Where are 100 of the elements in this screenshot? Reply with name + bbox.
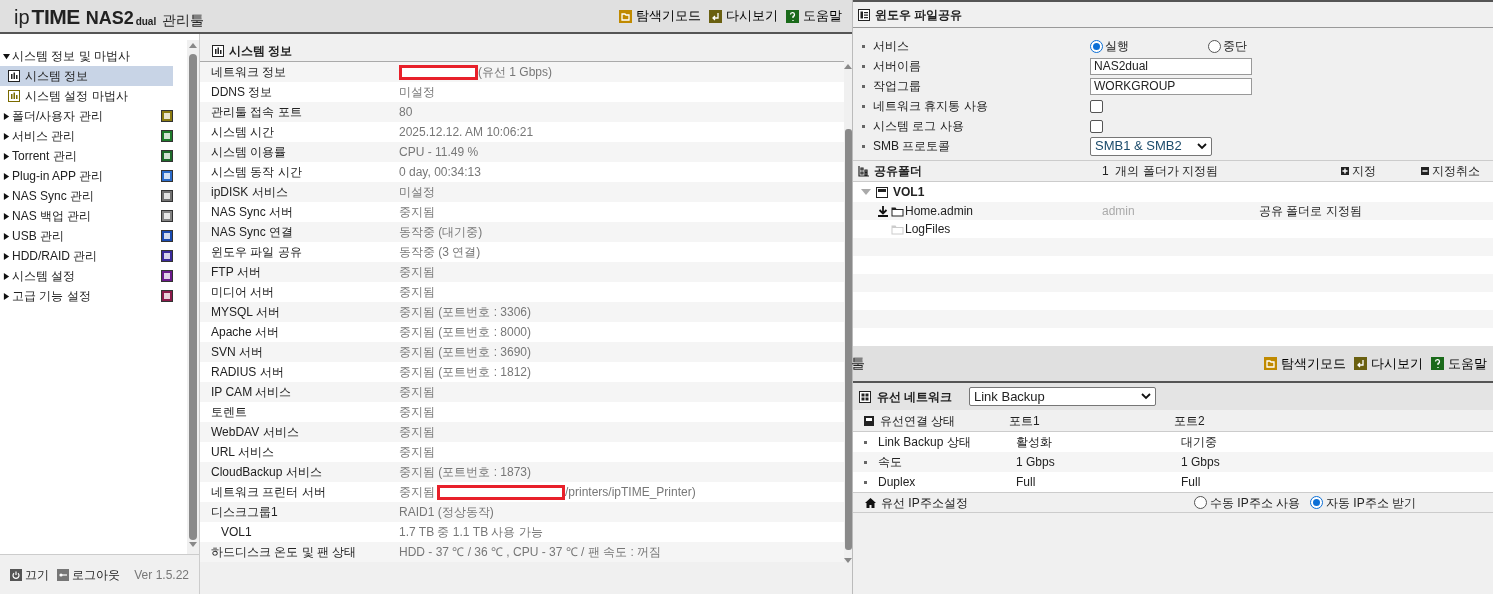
scroll-up-icon[interactable]: [189, 42, 197, 48]
volume-label[interactable]: VOL1: [893, 183, 925, 201]
folder-name[interactable]: LogFiles: [904, 220, 1102, 238]
dropdown[interactable]: SMB1 & SMB2: [1090, 136, 1212, 156]
checkbox[interactable]: [1090, 119, 1103, 133]
help-icon: [786, 9, 799, 23]
sidebar-label: Torrent 관리: [12, 148, 78, 165]
logout-link[interactable]: 로그아웃: [57, 565, 120, 584]
info-label: NAS Sync 서버: [210, 204, 295, 221]
expanded-arrow-icon[interactable]: [2, 52, 10, 60]
info-label: 토렌트: [210, 404, 248, 421]
sidebar-item[interactable]: 서비스 관리: [0, 126, 187, 146]
return-icon: [1354, 357, 1367, 370]
info-value: CPU - 11.49 %: [399, 144, 479, 161]
info-label: 시스템 이용률: [210, 144, 288, 161]
radio-button[interactable]: [1090, 39, 1103, 53]
return-icon: [709, 9, 722, 23]
toolbar-link[interactable]: 다시보기: [709, 6, 778, 26]
table-cell-text: Full: [1016, 474, 1037, 491]
scroll-down-icon[interactable]: [844, 558, 852, 564]
info-value: 중지됨 (포트번호 : 8000): [399, 324, 532, 341]
info-label: SVN 서버: [210, 344, 264, 361]
collapsed-arrow-icon[interactable]: [2, 132, 10, 140]
radio-button[interactable]: [1194, 496, 1207, 509]
logo-model: NAS2: [85, 8, 134, 27]
bullet-icon: [861, 44, 865, 48]
collapsed-arrow-icon[interactable]: [2, 212, 10, 220]
bar-chart-icon: [8, 90, 20, 102]
setting-label: 서버이름: [873, 58, 922, 75]
scroll-up-icon[interactable]: [844, 63, 852, 69]
logo-brand: TIME: [31, 5, 80, 27]
info-value: 1.7 TB 중 1.1 TB 사용 가능: [399, 524, 543, 541]
text-field[interactable]: WORKGROUP: [1090, 77, 1252, 95]
info-value: HDD - 37 ℃ / 36 ℃ , CPU - 37 ℃ / 팬 속도 : 꺼짐: [399, 544, 662, 561]
sidebar-item[interactable]: Plug-in APP 관리: [0, 166, 187, 186]
sidebar-item[interactable]: 시스템 정보 및 마법사: [0, 46, 187, 66]
sidebar-item[interactable]: 고급 기능 설정: [0, 286, 187, 306]
sidebar-label: USB 관리: [12, 228, 65, 245]
radio-button[interactable]: [1208, 39, 1221, 53]
collapsed-arrow-icon[interactable]: [2, 252, 10, 260]
sidebar-item[interactable]: NAS 백업 관리: [0, 206, 187, 226]
chevron-down-icon: [1197, 142, 1207, 150]
panel-title: 유선 네트워크: [877, 388, 954, 406]
sidebar-subitem[interactable]: 시스템 정보: [0, 66, 173, 86]
radio-button[interactable]: [1310, 496, 1323, 509]
setting-label: 서비스: [873, 38, 910, 55]
toolbar-link[interactable]: 도움말: [1431, 353, 1487, 374]
info-value: 미설정: [399, 184, 435, 201]
collapsed-arrow-icon[interactable]: [2, 172, 10, 180]
scroll-down-icon[interactable]: [189, 542, 197, 548]
link-status-icon: [864, 415, 874, 426]
toolbar-link[interactable]: 도움말: [786, 6, 842, 26]
power-icon: [10, 568, 22, 581]
scrollbar[interactable]: [187, 40, 199, 554]
header-title: 툴: [851, 354, 865, 373]
info-value: /printers/ipTIME_Printer): [565, 484, 696, 501]
table-cell-text: 속도: [878, 454, 903, 471]
toolbar-link[interactable]: 탐색기모드: [619, 6, 701, 26]
setting-label: SMB 프로토콜: [873, 138, 952, 155]
collapsed-arrow-icon[interactable]: [2, 232, 10, 240]
info-value: 동작중 (3 연결): [399, 244, 481, 261]
dropdown[interactable]: Link Backup: [969, 387, 1156, 406]
checkbox[interactable]: [1090, 99, 1103, 113]
info-value: 0 day, 00:34:13: [399, 164, 481, 181]
bullet-icon: [861, 124, 865, 128]
sidebar-item[interactable]: HDD/RAID 관리: [0, 246, 187, 266]
add-share-button[interactable]: 지정: [1341, 162, 1421, 180]
remove-share-button[interactable]: 지정취소: [1421, 162, 1480, 180]
collapsed-arrow-icon[interactable]: [2, 112, 10, 120]
toolbar-link[interactable]: 다시보기: [1354, 353, 1423, 374]
sidebar-item[interactable]: Torrent 관리: [0, 146, 187, 166]
bullet-icon: [861, 144, 865, 148]
sidebar-subitem[interactable]: 시스템 설정 마법사: [0, 86, 173, 106]
info-label: URL 서비스: [210, 444, 275, 461]
scrollbar[interactable]: [844, 63, 852, 564]
power-off-link[interactable]: 끄기: [10, 565, 49, 584]
collapsed-arrow-icon[interactable]: [2, 152, 10, 160]
toolbar-link[interactable]: 탐색기모드: [1264, 353, 1346, 374]
panel-title: 윈도우 파일공유: [875, 6, 963, 24]
sidebar-item[interactable]: USB 관리: [0, 226, 187, 246]
folder-status: 공유 폴더로 지정됨: [1259, 203, 1362, 220]
info-label: 관리툴 접속 포트: [210, 104, 303, 121]
sidebar-item[interactable]: NAS Sync 관리: [0, 186, 187, 206]
collapsed-arrow-icon[interactable]: [2, 292, 10, 300]
collapsed-arrow-icon[interactable]: [2, 192, 10, 200]
table-cell-text: Duplex: [878, 474, 917, 491]
table-cell-text: Full: [1181, 474, 1201, 491]
collapsed-arrow-icon[interactable]: [2, 272, 10, 280]
info-label: 윈도우 파일 공유: [210, 244, 303, 261]
sidebar-item[interactable]: 폴더/사용자 관리: [0, 106, 187, 126]
sidebar-item[interactable]: 시스템 설정: [0, 266, 187, 286]
text-field[interactable]: NAS2dual: [1090, 57, 1252, 75]
info-value: 중지됨: [399, 264, 435, 281]
folder-name[interactable]: Home.admin: [904, 202, 1102, 220]
bullet-icon: [861, 64, 865, 68]
info-label: 시스템 시간: [210, 124, 276, 141]
sidebar-label: 시스템 설정: [12, 268, 77, 285]
column-header: 포트2: [1174, 412, 1205, 430]
info-label: IP CAM 서비스: [210, 384, 293, 401]
radio-label: 실행: [1105, 38, 1129, 55]
